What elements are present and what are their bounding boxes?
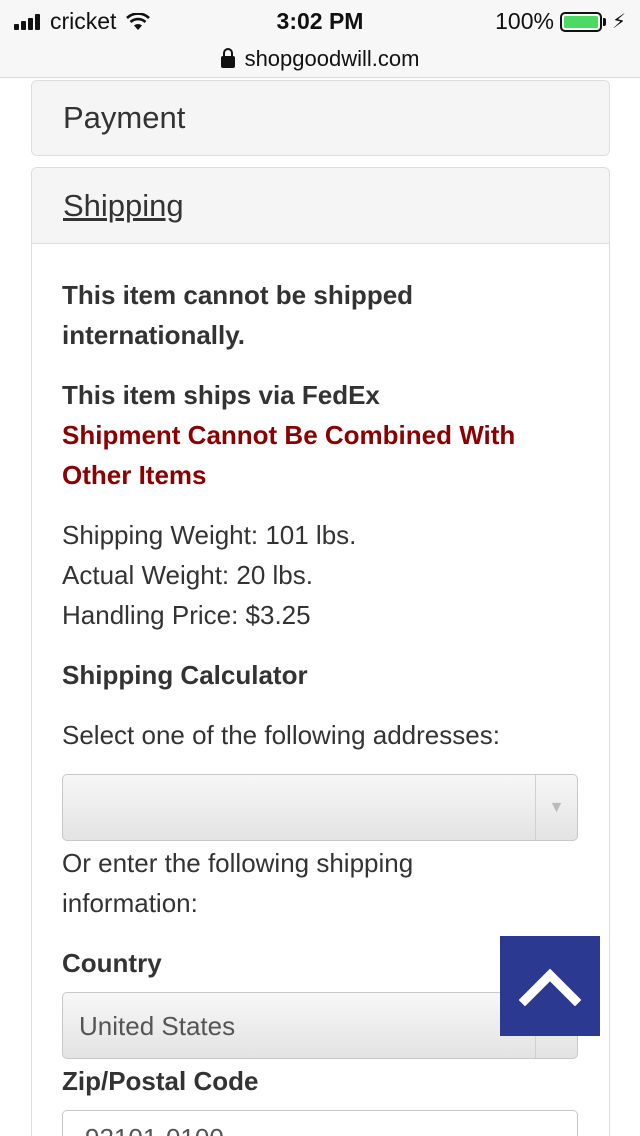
- address-select[interactable]: ▼: [62, 774, 578, 841]
- calculator-title: Shipping Calculator: [62, 660, 308, 690]
- shipping-title[interactable]: Shipping: [63, 188, 184, 224]
- charging-icon: ⚡: [611, 11, 626, 33]
- zip-input[interactable]: 92101-0100: [62, 1110, 578, 1136]
- payment-panel: Payment: [31, 80, 610, 156]
- shipping-panel-header[interactable]: Shipping: [32, 168, 609, 244]
- zip-label: Zip/Postal Code: [62, 1066, 259, 1096]
- status-bar: cricket 3:02 PM 100% ⚡: [0, 0, 640, 40]
- back-to-top-button[interactable]: [500, 936, 600, 1036]
- country-select-value: United States: [79, 1011, 236, 1041]
- url-text: shopgoodwill.com: [244, 45, 420, 71]
- country-label: Country: [62, 948, 162, 978]
- actual-weight: Actual Weight: 20 lbs.: [62, 560, 313, 590]
- address-bar[interactable]: shopgoodwill.com: [0, 40, 640, 78]
- battery-cap: [602, 17, 606, 26]
- select-prompt: Select one of the following addresses:: [62, 720, 500, 750]
- chevron-down-icon: ▼: [535, 775, 577, 840]
- ships-via-text: This item ships via FedEx: [62, 380, 380, 410]
- status-bar-right: 100% ⚡: [495, 8, 626, 35]
- payment-panel-header[interactable]: Payment: [32, 81, 609, 155]
- lock-icon: [220, 47, 235, 68]
- payment-title: Payment: [63, 100, 186, 135]
- zip-input-value: 92101-0100: [85, 1123, 224, 1136]
- handling-price: Handling Price: $3.25: [62, 600, 311, 630]
- chevron-up-icon: [519, 968, 581, 1006]
- or-enter-text: Or enter the following shipping informat…: [62, 848, 414, 918]
- intl-notice: This item cannot be shipped internationa…: [62, 280, 414, 350]
- battery-icon: [559, 11, 602, 32]
- battery-percent: 100%: [495, 8, 554, 34]
- shipping-weight: Shipping Weight: 101 lbs.: [62, 520, 357, 550]
- combine-warning: Shipment Cannot Be Combined With Other I…: [62, 420, 516, 490]
